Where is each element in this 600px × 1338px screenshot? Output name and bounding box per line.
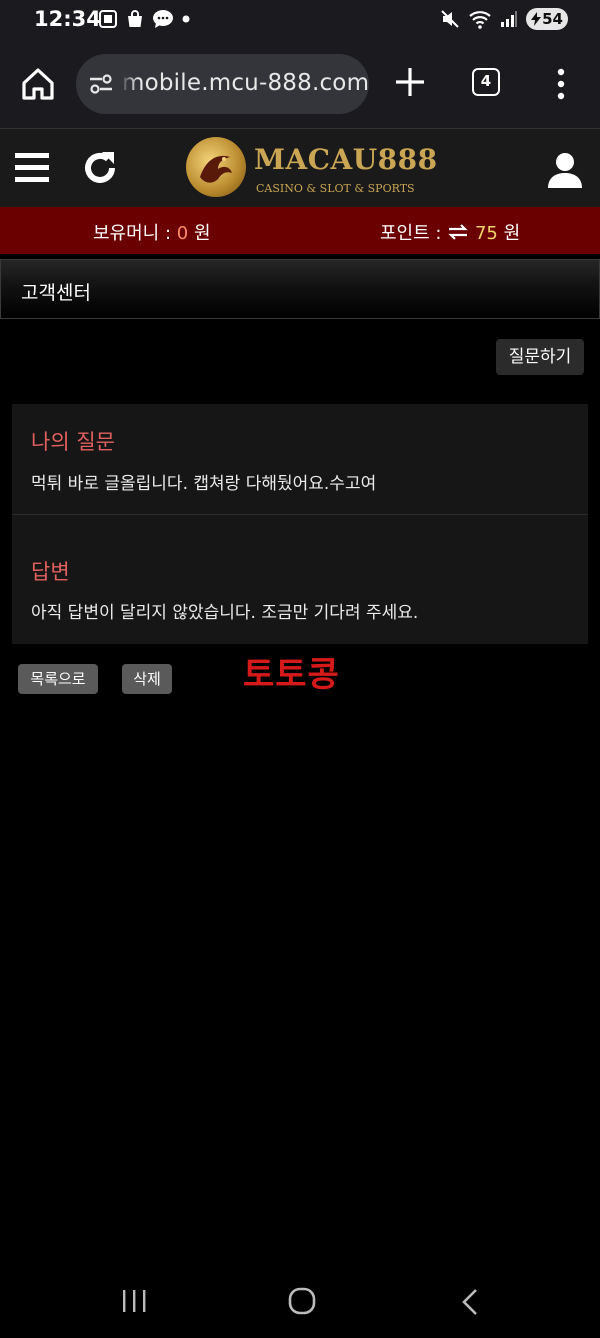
dragon-emblem-icon xyxy=(186,137,246,197)
point-balance: 포인트 : 75 원 xyxy=(380,219,520,245)
system-navigation-bar xyxy=(0,1262,600,1338)
point-label: 포인트 : xyxy=(380,223,442,244)
refresh-icon[interactable] xyxy=(80,148,120,188)
plus-icon[interactable] xyxy=(392,64,428,100)
qa-detail-panel: 나의 질문 먹튀 바로 글올립니다. 캡쳐랑 다해뒀어요.수고여 답변 아직 답… xyxy=(12,404,588,644)
mute-icon xyxy=(441,10,459,28)
money-balance: 보유머니 : 0 원 xyxy=(93,219,211,245)
point-unit: 원 xyxy=(503,223,521,244)
delete-button[interactable]: 삭제 xyxy=(122,664,172,694)
url-fade xyxy=(120,54,138,114)
answer-text: 아직 답변이 달리지 않았습니다. 조금만 기다려 주세요. xyxy=(31,603,419,623)
logo-title: MACAU888 xyxy=(254,143,438,176)
tab-switcher-button[interactable]: 4 xyxy=(472,68,500,96)
address-bar[interactable]: mobile.mcu-888.com xyxy=(76,54,369,114)
answer-label: 답변 xyxy=(31,560,70,584)
qa-divider xyxy=(12,514,588,515)
balance-bar: 보유머니 : 0 원 포인트 : 75 원 xyxy=(0,207,600,254)
url-text[interactable]: mobile.mcu-888.com xyxy=(122,70,369,96)
battery-level: 54 xyxy=(542,10,563,28)
home-icon[interactable] xyxy=(18,64,58,104)
site-settings-icon[interactable] xyxy=(88,72,114,96)
money-value: 0 xyxy=(176,223,189,244)
signal-icon xyxy=(501,11,517,27)
system-icons: 54 xyxy=(440,8,568,30)
site-header: MACAU888 CASINO & SLOT & SPORTS xyxy=(0,128,600,208)
more-vert-icon[interactable] xyxy=(552,66,570,102)
battery-indicator: 54 xyxy=(526,8,568,30)
watermark-text: 토토콩 xyxy=(243,655,340,695)
exchange-icon[interactable] xyxy=(447,224,469,240)
recent-apps-icon[interactable] xyxy=(120,1288,148,1314)
question-text: 먹튀 바로 글올립니다. 캡쳐랑 다해뒀어요.수고여 xyxy=(31,474,377,494)
browser-toolbar: mobile.mcu-888.com 4 xyxy=(0,40,600,128)
hamburger-menu-icon[interactable] xyxy=(14,151,50,185)
question-label: 나의 질문 xyxy=(31,430,115,454)
screenshot-icon xyxy=(99,10,117,28)
money-unit: 원 xyxy=(193,223,211,244)
status-time: 12:34 xyxy=(34,7,101,31)
page-title-bar: 고객센터 xyxy=(0,259,600,319)
point-value: 75 xyxy=(474,223,498,244)
site-logo[interactable]: MACAU888 CASINO & SLOT & SPORTS xyxy=(186,137,437,201)
chat-bubble-icon xyxy=(153,10,173,28)
shopping-bag-icon xyxy=(128,10,142,27)
status-bar: 12:34 54 xyxy=(0,0,600,40)
notification-icons xyxy=(98,9,191,29)
back-to-list-button[interactable]: 목록으로 xyxy=(18,664,98,694)
home-circle-icon[interactable] xyxy=(288,1287,316,1315)
charging-bolt-icon xyxy=(531,12,542,26)
wifi-icon xyxy=(469,11,491,29)
back-icon[interactable] xyxy=(460,1287,480,1317)
page-title: 고객센터 xyxy=(21,282,91,304)
money-label: 보유머니 : xyxy=(93,223,172,244)
dot-icon xyxy=(182,15,190,23)
ask-question-button[interactable]: 질문하기 xyxy=(496,339,584,375)
user-icon[interactable] xyxy=(546,151,584,189)
logo-subtitle: CASINO & SLOT & SPORTS xyxy=(256,182,415,195)
